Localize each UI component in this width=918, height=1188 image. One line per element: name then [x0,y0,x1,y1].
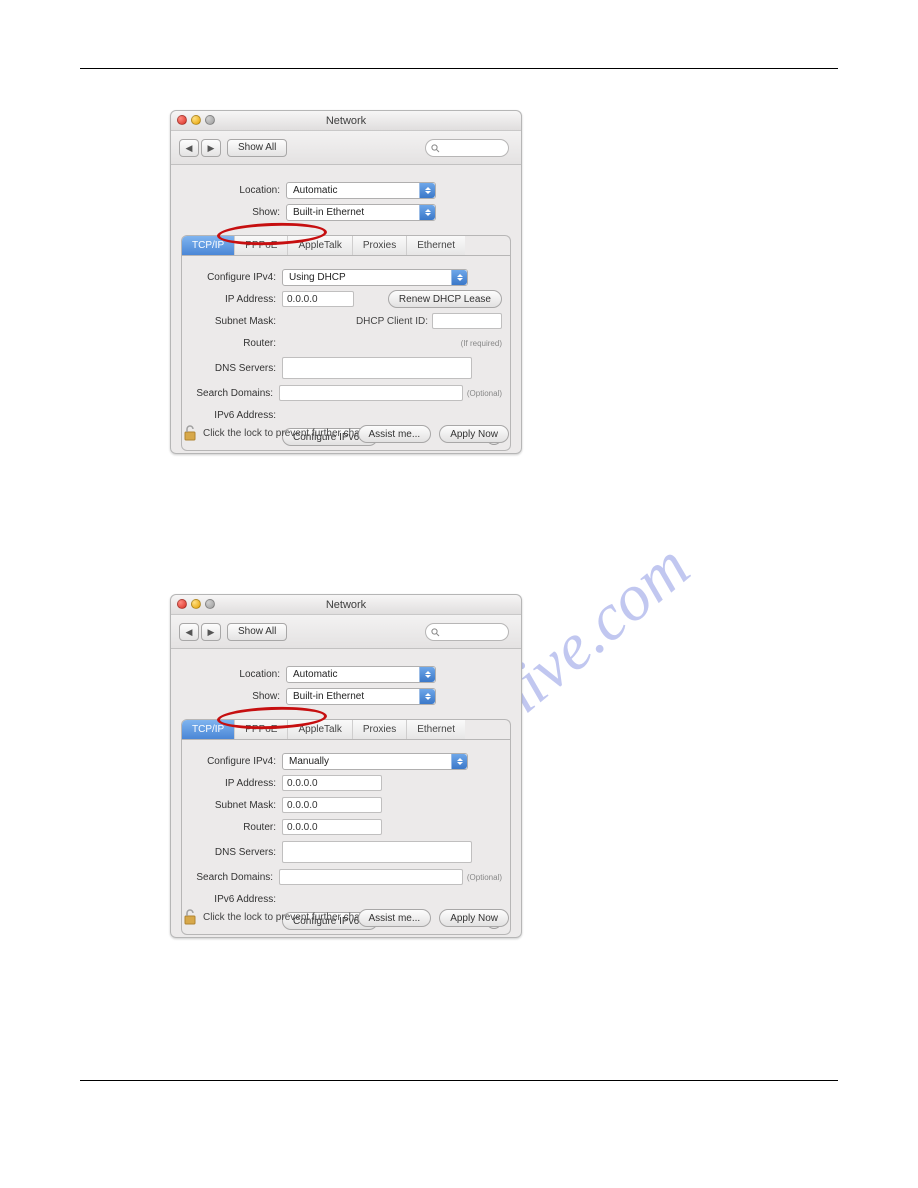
search-icon [431,144,440,153]
search-domains-label: Search Domains: [190,872,279,883]
show-label: Show: [171,207,286,218]
minimize-icon[interactable] [191,115,201,125]
ip-label: IP Address: [190,778,282,789]
tab-ethernet[interactable]: Ethernet [407,236,465,255]
tab-appletalk[interactable]: AppleTalk [288,720,352,739]
search-domains-field[interactable] [279,385,463,401]
ip-field[interactable]: 0.0.0.0 [282,775,382,791]
zoom-icon[interactable] [205,599,215,609]
location-select[interactable]: Automatic [286,182,436,199]
subnet-label: Subnet Mask: [190,316,282,327]
minimize-icon[interactable] [191,599,201,609]
location-select[interactable]: Automatic [286,666,436,683]
dns-label: DNS Servers: [190,847,282,858]
subnet-label: Subnet Mask: [190,800,282,811]
window-title: Network [326,599,366,611]
window-controls [177,115,215,125]
location-label: Location: [171,669,286,680]
network-panel-dhcp: Network ◀ ▶ Show All Location: Automatic [170,110,522,454]
chevron-updown-icon [419,667,435,682]
ip-label: IP Address: [190,294,282,305]
dns-field[interactable] [282,841,472,863]
assist-button[interactable]: Assist me... [358,909,432,927]
configure-value: Using DHCP [289,272,346,283]
dhcp-client-label: DHCP Client ID: [356,316,432,327]
tab-ethernet[interactable]: Ethernet [407,720,465,739]
chevron-updown-icon [419,689,435,704]
configure-value: Manually [289,756,329,767]
back-button[interactable]: ◀ [179,623,199,641]
show-all-button[interactable]: Show All [227,139,287,157]
location-label: Location: [171,185,286,196]
show-select[interactable]: Built-in Ethernet [286,688,436,705]
chevron-updown-icon [451,754,467,769]
ipv6-label: IPv6 Address: [190,410,282,421]
configure-label: Configure IPv4: [190,272,282,283]
ipv6-label: IPv6 Address: [190,894,282,905]
lock-open-icon[interactable] [183,909,197,925]
configure-select[interactable]: Manually [282,753,468,770]
chevron-updown-icon [419,183,435,198]
dhcp-client-field[interactable] [432,313,502,329]
tabs: TCP/IP PPPoE AppleTalk Proxies Ethernet [181,719,511,739]
tab-pppoe[interactable]: PPPoE [235,720,288,739]
tcpip-pane: Configure IPv4: Using DHCP IP Address: 0… [181,255,511,451]
search-input[interactable] [425,139,509,157]
tcpip-pane: Configure IPv4: Manually IP Address: 0.0… [181,739,511,935]
configure-label: Configure IPv4: [190,756,282,767]
window-title: Network [326,115,366,127]
tab-pppoe[interactable]: PPPoE [235,236,288,255]
configure-select[interactable]: Using DHCP [282,269,468,286]
location-value: Automatic [293,669,337,680]
search-domains-field[interactable] [279,869,463,885]
subnet-field[interactable]: 0.0.0.0 [282,797,382,813]
ip-field[interactable]: 0.0.0.0 [282,291,354,307]
toolbar: ◀ ▶ Show All [171,131,521,165]
dns-label: DNS Servers: [190,363,282,374]
show-select[interactable]: Built-in Ethernet [286,204,436,221]
show-value: Built-in Ethernet [293,207,364,218]
show-label: Show: [171,691,286,702]
tab-tcpip[interactable]: TCP/IP [182,720,235,739]
show-all-button[interactable]: Show All [227,623,287,641]
close-icon[interactable] [177,115,187,125]
router-label: Router: [190,338,282,349]
optional-hint: (Optional) [463,389,502,398]
back-button[interactable]: ◀ [179,139,199,157]
dns-field[interactable] [282,357,472,379]
router-field[interactable]: 0.0.0.0 [282,819,382,835]
search-input[interactable] [425,623,509,641]
router-label: Router: [190,822,282,833]
close-icon[interactable] [177,599,187,609]
tab-tcpip[interactable]: TCP/IP [182,236,235,255]
tab-proxies[interactable]: Proxies [353,236,407,255]
titlebar: Network [171,111,521,131]
zoom-icon[interactable] [205,115,215,125]
toolbar: ◀ ▶ Show All [171,615,521,649]
top-rule [80,68,838,69]
search-domains-label: Search Domains: [190,388,279,399]
tab-appletalk[interactable]: AppleTalk [288,236,352,255]
location-value: Automatic [293,185,337,196]
titlebar: Network [171,595,521,615]
search-icon [431,628,440,637]
tabs: TCP/IP PPPoE AppleTalk Proxies Ethernet [181,235,511,255]
chevron-updown-icon [419,205,435,220]
lock-open-icon[interactable] [183,425,197,441]
dhcp-hint: (If required) [461,339,502,348]
apply-button[interactable]: Apply Now [439,909,509,927]
bottom-rule [80,1080,838,1081]
network-panel-manual: Network ◀ ▶ Show All Location: Automatic [170,594,522,938]
tab-proxies[interactable]: Proxies [353,720,407,739]
optional-hint: (Optional) [463,873,502,882]
window-controls [177,599,215,609]
assist-button[interactable]: Assist me... [358,425,432,443]
chevron-updown-icon [451,270,467,285]
forward-button[interactable]: ▶ [201,623,221,641]
renew-dhcp-button[interactable]: Renew DHCP Lease [388,290,502,308]
show-value: Built-in Ethernet [293,691,364,702]
forward-button[interactable]: ▶ [201,139,221,157]
apply-button[interactable]: Apply Now [439,425,509,443]
